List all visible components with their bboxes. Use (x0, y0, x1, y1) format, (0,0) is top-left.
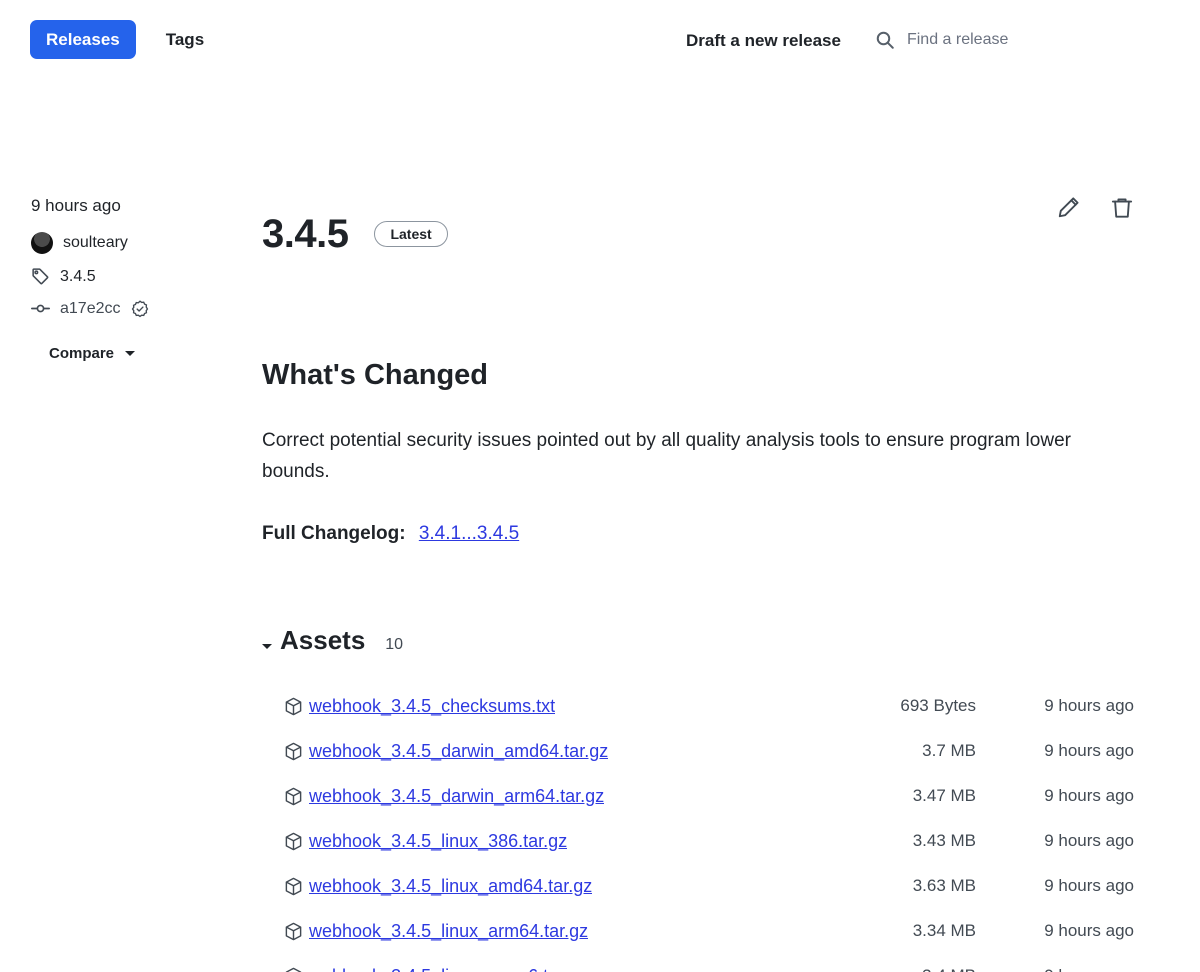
release-body-text: Correct potential security issues pointe… (262, 430, 1071, 483)
verified-badge-icon (131, 300, 149, 318)
list-item[interactable]: webhook_3.4.5_checksums.txt 693 Bytes 9 … (262, 684, 1152, 729)
asset-name-cell: webhook_3.4.5_linux_386.tar.gz (284, 831, 826, 852)
asset-link[interactable]: webhook_3.4.5_linux_386.tar.gz (309, 831, 567, 852)
assets-title: Assets (280, 624, 366, 655)
asset-date: 9 hours ago (1044, 696, 1134, 716)
assets-header: Assets 10 (262, 625, 1152, 656)
asset-date: 9 hours ago (1044, 921, 1134, 941)
package-icon (284, 922, 303, 941)
tag-icon (31, 267, 50, 286)
edit-release-button[interactable] (1056, 196, 1080, 220)
package-icon (284, 877, 303, 896)
asset-link[interactable]: webhook_3.4.5_darwin_amd64.tar.gz (309, 741, 608, 762)
asset-size: 693 Bytes (900, 696, 976, 716)
release-tag[interactable]: 3.4.5 (31, 267, 246, 286)
release-author[interactable]: soulteary (31, 232, 246, 255)
package-icon (284, 742, 303, 761)
list-item[interactable]: webhook_3.4.5_linux_386.tar.gz 3.43 MB 9… (262, 819, 1152, 864)
release-commit-sha: a17e2cc (60, 299, 121, 317)
asset-size: 3.34 MB (912, 921, 976, 941)
asset-date: 9 hours ago (1044, 876, 1134, 896)
asset-link[interactable]: webhook_3.4.5_linux_amd64.tar.gz (309, 876, 592, 897)
full-changelog-link[interactable]: 3.4.1...3.4.5 (419, 523, 519, 544)
asset-link[interactable]: webhook_3.4.5_darwin_arm64.tar.gz (309, 786, 604, 807)
asset-name-cell: webhook_3.4.5_linux_arm64.tar.gz (284, 921, 826, 942)
search-icon (875, 30, 895, 50)
page-title: 3.4.5 (262, 211, 349, 256)
pencil-icon (1056, 196, 1080, 220)
release-tag-name: 3.4.5 (60, 267, 96, 285)
package-icon (284, 697, 303, 716)
list-item[interactable]: webhook_3.4.5_linux_arm64.tar.gz 3.34 MB… (262, 909, 1152, 954)
asset-size: 3.47 MB (912, 786, 976, 806)
release-meta-sidebar: 9 hours ago soulteary 3.4.5 a17e2cc Comp… (31, 196, 246, 363)
release-commit[interactable]: a17e2cc (31, 299, 246, 318)
avatar (31, 232, 53, 255)
asset-name-cell: webhook_3.4.5_linux_amd64.tar.gz (284, 876, 826, 897)
tab-tags[interactable]: Tags (150, 20, 220, 59)
full-changelog: Full Changelog: 3.4.1...3.4.5 (262, 523, 1152, 545)
tab-releases[interactable]: Releases (30, 20, 136, 59)
trash-icon (1110, 196, 1134, 220)
status-badge: Latest (374, 220, 448, 247)
package-icon (284, 832, 303, 851)
asset-name-cell: webhook_3.4.5_darwin_amd64.tar.gz (284, 741, 826, 762)
asset-date: 9 hours ago (976, 966, 1144, 972)
toolbar-actions: Draft a new release Find a release (686, 30, 1008, 50)
asset-size: 3.7 MB (922, 741, 976, 761)
whats-changed-heading: What's Changed (262, 358, 489, 391)
full-changelog-label: Full Changelog: (262, 522, 406, 544)
find-release-placeholder: Find a release (906, 31, 1009, 48)
delete-release-button[interactable] (1110, 196, 1134, 220)
asset-size: 3.4 MB (826, 966, 976, 972)
compare-label: Compare (49, 345, 115, 363)
compare-button[interactable]: Compare (49, 345, 136, 363)
asset-link[interactable]: webhook_3.4.5_linux_armv6.tar.gz (309, 966, 587, 972)
list-item[interactable]: webhook_3.4.5_darwin_arm64.tar.gz 3.47 M… (262, 774, 1152, 819)
package-icon (284, 967, 303, 972)
asset-name-cell: webhook_3.4.5_linux_armv6.tar.gz (284, 966, 826, 972)
asset-size: 3.43 MB (912, 831, 976, 851)
release-detail: 3.4.5 Latest What's Changed Correct pote… (262, 186, 1152, 972)
assets-list: webhook_3.4.5_checksums.txt 693 Bytes 9 … (262, 684, 1152, 972)
chevron-down-icon (125, 351, 136, 357)
release-actions (1056, 196, 1134, 220)
asset-size: 3.63 MB (912, 876, 976, 896)
asset-date: 9 hours ago (1044, 741, 1134, 761)
asset-date: 9 hours ago (1044, 831, 1134, 851)
asset-link[interactable]: webhook_3.4.5_linux_arm64.tar.gz (309, 921, 588, 942)
package-icon (284, 787, 303, 806)
chevron-down-icon (262, 643, 272, 649)
releases-page: Releases Tags Draft a new release Find a… (0, 0, 1200, 972)
assets-toggle[interactable]: Assets (262, 625, 365, 656)
asset-link[interactable]: webhook_3.4.5_checksums.txt (309, 696, 555, 717)
asset-name-cell: webhook_3.4.5_darwin_arm64.tar.gz (284, 786, 826, 807)
release-published-date: 9 hours ago (31, 196, 121, 215)
assets-count: 10 (385, 635, 404, 653)
release-title-row: 3.4.5 Latest (262, 186, 1152, 282)
draft-new-release-button[interactable]: Draft a new release (686, 32, 841, 49)
find-release-input[interactable]: Find a release (875, 30, 1008, 50)
releases-tablist: Releases Tags (30, 20, 220, 59)
release-author-name: soulteary (63, 234, 128, 252)
list-item[interactable]: webhook_3.4.5_darwin_amd64.tar.gz 3.7 MB… (262, 729, 1152, 774)
releases-toolbar: Releases Tags Draft a new release Find a… (0, 20, 1200, 68)
asset-name-cell: webhook_3.4.5_checksums.txt (284, 696, 826, 717)
commit-icon (31, 299, 50, 318)
list-item[interactable]: webhook_3.4.5_linux_armv6.tar.gz 3.4 MB … (262, 954, 1152, 972)
asset-date: 9 hours ago (1044, 786, 1134, 806)
list-item[interactable]: webhook_3.4.5_linux_amd64.tar.gz 3.63 MB… (262, 864, 1152, 909)
